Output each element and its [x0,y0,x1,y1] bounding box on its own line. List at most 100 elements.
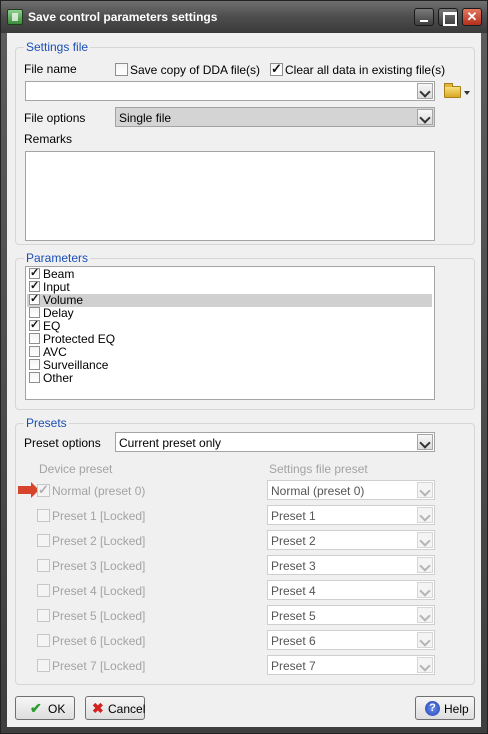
help-icon: ? [425,701,440,716]
parameter-label: Volume [43,293,84,307]
parameter-label: Input [43,280,70,294]
settings-file-preset-select[interactable]: Preset 5 [267,605,435,625]
dialog-window: Save control parameters settings ✕ Setti… [0,0,488,734]
parameter-checkbox[interactable] [29,346,40,357]
dialog-client-area: Settings file File name Save copy of DDA… [7,33,481,727]
device-preset-checkbox[interactable] [37,559,50,572]
list-item[interactable]: Beam [27,266,432,281]
help-button[interactable]: ? Help [415,696,475,720]
file-name-combobox[interactable] [25,81,435,101]
device-preset-checkbox[interactable] [37,609,50,622]
device-preset-label: Preset 6 [Locked] [52,634,146,648]
settings-file-preset-select[interactable]: Preset 7 [267,655,435,675]
settings-file-preset-header: Settings file preset [269,462,368,476]
presets-legend: Presets [24,416,69,430]
app-icon [7,9,23,25]
settings-file-preset-select[interactable]: Preset 2 [267,530,435,550]
parameter-checkbox[interactable] [29,318,40,331]
chevron-down-icon[interactable] [417,582,433,598]
help-label: Help [444,702,469,716]
maximize-button[interactable] [438,8,458,26]
remarks-label: Remarks [24,132,73,146]
parameter-checkbox[interactable] [29,266,40,279]
chevron-down-icon[interactable] [417,109,433,125]
file-options-select[interactable]: Single file [115,107,435,127]
device-preset-checkbox[interactable] [37,584,50,597]
folder-dropdown-arrow-icon[interactable] [464,91,470,95]
parameter-label: AVC [43,345,67,359]
chevron-down-icon[interactable] [417,557,433,573]
device-preset-label: Normal (preset 0) [52,484,146,498]
parameter-label: Delay [43,306,74,320]
device-preset-label: Preset 5 [Locked] [52,609,146,623]
chevron-down-icon[interactable] [417,532,433,548]
settings-file-preset-select[interactable]: Normal (preset 0) [267,480,435,500]
settings-file-preset-value: Preset 4 [271,584,316,598]
list-item[interactable]: Protected EQ [27,332,432,346]
minimize-button[interactable] [414,8,434,26]
list-item[interactable]: Other [27,371,432,385]
settings-file-preset-select[interactable]: Preset 6 [267,630,435,650]
parameters-list[interactable]: BeamInputVolumeDelayEQProtected EQAVCSur… [25,266,435,400]
chevron-down-icon[interactable] [417,607,433,623]
chevron-down-icon[interactable] [417,83,433,99]
ok-button[interactable]: ✔ OK [15,696,75,720]
settings-file-preset-value: Preset 6 [271,634,316,648]
device-preset-label: Preset 7 [Locked] [52,659,146,673]
save-copy-dda-checkbox[interactable] [115,63,128,76]
cancel-label: Cancel [108,702,146,716]
settings-file-legend: Settings file [24,40,91,54]
parameter-label: Protected EQ [43,332,116,346]
device-preset-header: Device preset [39,462,113,476]
file-options-label: File options [24,111,86,125]
parameter-checkbox[interactable] [29,359,40,370]
clear-all-data-checkbox[interactable] [270,61,283,77]
clear-all-data-label: Clear all data in existing file(s) [285,63,446,77]
folder-open-icon[interactable] [444,83,461,98]
cancel-x-icon: ✖ [92,700,104,716]
device-preset-label: Preset 4 [Locked] [52,584,146,598]
settings-file-preset-value: Normal (preset 0) [271,484,365,498]
parameter-label: Other [43,371,74,385]
settings-file-preset-select[interactable]: Preset 1 [267,505,435,525]
chevron-down-icon[interactable] [417,507,433,523]
device-preset-checkbox[interactable] [37,509,50,522]
chevron-down-icon[interactable] [417,482,433,498]
list-item[interactable]: Volume [27,292,432,307]
parameters-legend: Parameters [24,251,91,265]
parameter-label: Beam [43,267,75,281]
parameter-checkbox[interactable] [29,292,40,305]
device-preset-checkbox[interactable] [37,534,50,547]
settings-file-preset-value: Preset 3 [271,559,316,573]
list-item[interactable]: Input [27,279,432,294]
device-preset-checkbox[interactable] [37,482,50,498]
parameter-checkbox[interactable] [29,372,40,383]
settings-file-preset-select[interactable]: Preset 4 [267,580,435,600]
checkmark-icon: ✔ [30,700,42,716]
device-preset-label: Preset 3 [Locked] [52,559,146,573]
ok-label: OK [48,702,66,716]
device-preset-checkbox[interactable] [37,659,50,672]
chevron-down-icon[interactable] [417,434,433,450]
settings-file-preset-select[interactable]: Preset 3 [267,555,435,575]
preset-options-select[interactable]: Current preset only [115,432,435,452]
list-item[interactable]: Surveillance [27,358,432,372]
close-button[interactable]: ✕ [462,8,482,26]
file-options-value: Single file [119,111,172,125]
title-bar[interactable]: Save control parameters settings ✕ [1,1,487,33]
cancel-button[interactable]: ✖ Cancel [85,696,145,720]
preset-options-label: Preset options [24,436,101,450]
settings-file-preset-value: Preset 5 [271,609,316,623]
window-title: Save control parameters settings [28,10,218,24]
remarks-textarea[interactable] [25,151,435,241]
parameter-checkbox[interactable] [29,307,40,318]
chevron-down-icon[interactable] [417,632,433,648]
chevron-down-icon[interactable] [417,657,433,673]
parameter-checkbox[interactable] [29,333,40,344]
save-copy-dda-label: Save copy of DDA file(s) [130,63,261,77]
file-name-label: File name [24,62,77,76]
parameter-checkbox[interactable] [29,279,40,292]
list-item[interactable]: Delay [27,306,432,320]
device-preset-checkbox[interactable] [37,634,50,647]
preset-options-value: Current preset only [119,436,222,450]
